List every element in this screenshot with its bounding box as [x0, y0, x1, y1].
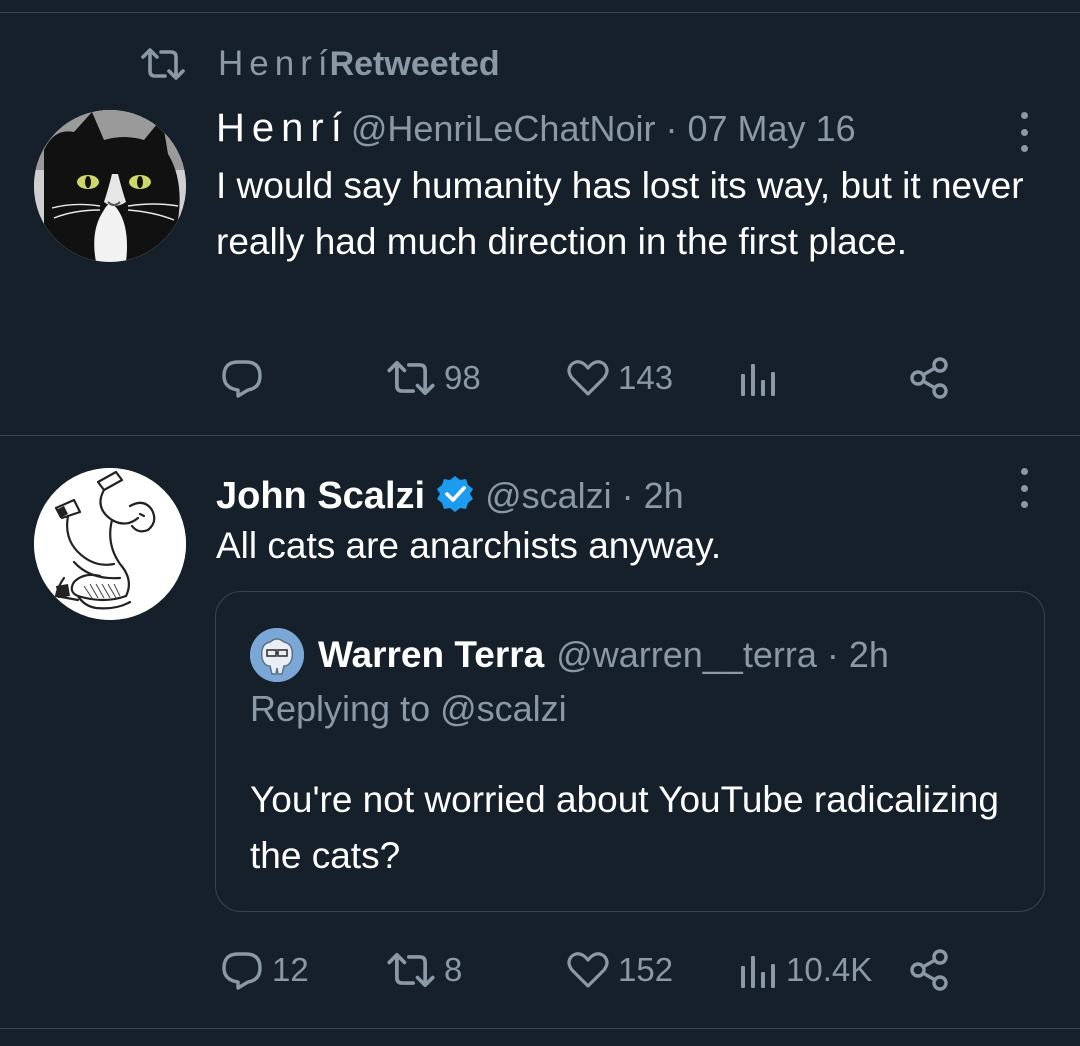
display-name[interactable]: Henrí — [216, 106, 349, 151]
retweet-icon — [140, 44, 188, 84]
retweet-count: 98 — [444, 359, 481, 396]
tweet-text: I would say humanity has lost its way, b… — [216, 165, 1024, 262]
retweet-context[interactable]: Henrí Retweeted — [140, 44, 500, 84]
timestamp[interactable]: 2h — [644, 475, 684, 517]
share-button[interactable] — [906, 353, 952, 403]
separator-dot: · — [826, 634, 839, 675]
like-count: 143 — [618, 359, 674, 396]
views-count: 10.4K — [786, 951, 873, 988]
quote-text: You're not worried about YouTube radical… — [250, 779, 999, 876]
retweet-user-name[interactable]: Henrí — [218, 44, 334, 84]
retweet-button[interactable]: 98 — [386, 353, 481, 403]
views-button[interactable]: 10.4K — [738, 945, 872, 995]
like-icon — [566, 950, 610, 990]
separator-dot: · — [621, 475, 634, 516]
replying-to: Replying to @scalzi — [250, 688, 567, 729]
reply-count: 12 — [272, 951, 309, 988]
like-button[interactable]: 152 — [566, 945, 673, 995]
handle[interactable]: @HenriLeChatNoir — [351, 108, 656, 150]
like-count: 152 — [618, 951, 674, 988]
views-button[interactable] — [738, 353, 778, 403]
views-icon — [738, 950, 778, 990]
tweet-header: Henrí @HenriLeChatNoir · 07 May 16 — [216, 106, 856, 151]
retweet-icon — [386, 360, 436, 396]
reply-icon — [220, 948, 264, 992]
tweet-actions: 98 143 — [0, 353, 1080, 403]
retweet-label: Retweeted — [329, 44, 500, 83]
verified-badge-icon — [435, 474, 475, 519]
quote-header: Warren Terra @warren__terra · 2h — [250, 628, 889, 682]
reply-icon — [220, 356, 264, 400]
views-icon — [738, 358, 778, 398]
retweet-icon — [386, 952, 436, 988]
avatar-henri[interactable] — [34, 110, 186, 262]
like-icon — [566, 358, 610, 398]
top-divider — [0, 12, 1080, 13]
bottom-divider — [0, 1028, 1080, 1029]
tweet-text: All cats are anarchists anyway. — [216, 525, 722, 566]
retweet-count: 8 — [444, 951, 463, 988]
more-icon[interactable] — [1014, 468, 1034, 508]
separator-dot: · — [665, 108, 678, 149]
tweet-divider — [0, 435, 1080, 436]
quote-display-name[interactable]: Warren Terra — [318, 634, 544, 676]
quote-handle[interactable]: @warren__terra — [556, 634, 817, 676]
quoted-tweet[interactable]: Warren Terra @warren__terra · 2h Replyin… — [215, 591, 1045, 912]
more-icon[interactable] — [1014, 112, 1034, 152]
quote-timestamp[interactable]: 2h — [849, 634, 889, 676]
reply-button[interactable]: 12 — [220, 945, 309, 995]
display-name[interactable]: John Scalzi — [216, 475, 425, 518]
reply-button[interactable] — [220, 353, 264, 403]
like-button[interactable]: 143 — [566, 353, 673, 403]
timestamp[interactable]: 07 May 16 — [687, 108, 855, 150]
share-icon — [906, 355, 952, 401]
tweet-header: John Scalzi @scalzi · 2h — [216, 468, 684, 518]
avatar-warren-terra[interactable] — [250, 628, 304, 682]
tweet-actions: 12 8 152 10.4K — [0, 945, 1080, 995]
avatar-scalzi[interactable] — [34, 468, 186, 620]
retweet-button[interactable]: 8 — [386, 945, 462, 995]
handle[interactable]: @scalzi — [485, 475, 612, 517]
share-icon — [906, 947, 952, 993]
share-button[interactable] — [906, 945, 952, 995]
